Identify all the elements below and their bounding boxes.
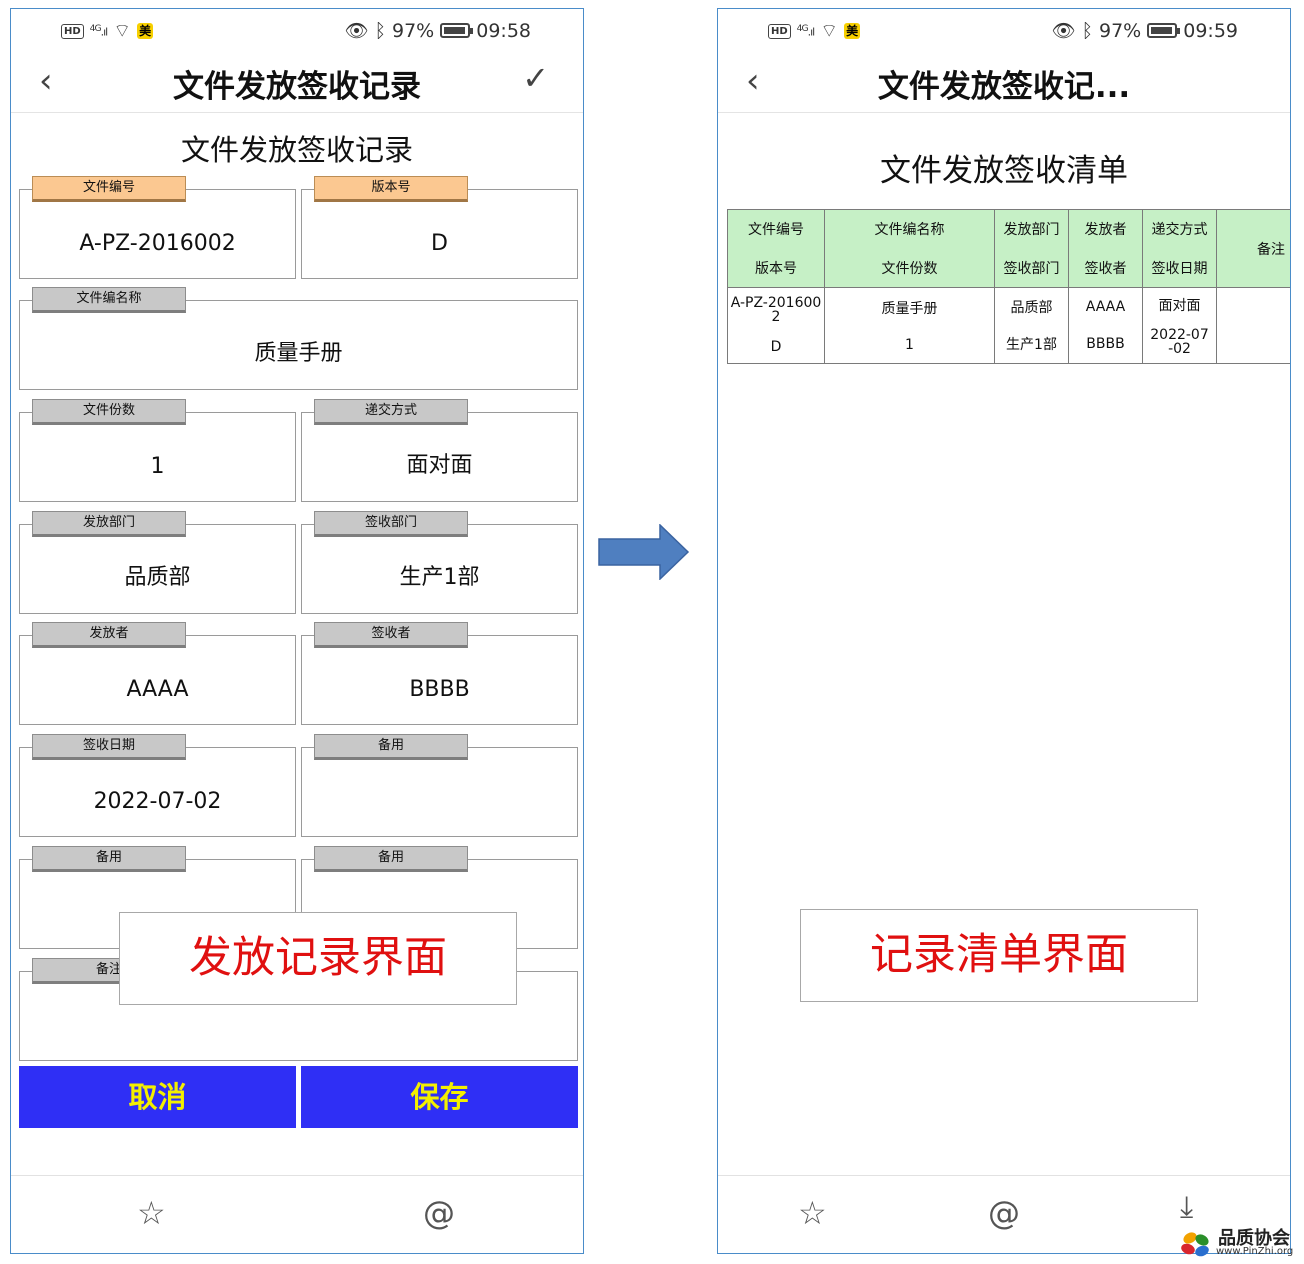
- hd-icon: HD: [61, 23, 84, 39]
- copies-label: 文件份数: [32, 399, 186, 425]
- list-screen-caption: 记录清单界面: [800, 909, 1198, 1002]
- doc-name-label: 文件编名称: [32, 287, 186, 313]
- receiver-value: BBBB: [409, 677, 470, 702]
- spare3-label: 备用: [314, 846, 468, 872]
- title-bar: ‹ 文件发放签收记录 ✓: [11, 51, 583, 113]
- doc-no-value: A-PZ-2016002: [79, 231, 236, 256]
- recv-date-value: 2022-07-02: [93, 789, 222, 814]
- cell-person: AAAA BBBB: [1068, 287, 1143, 364]
- delivery-label: 递交方式: [314, 399, 468, 425]
- eye-icon: 👁: [344, 20, 369, 42]
- battery-icon: [440, 23, 474, 38]
- record-list-screen: HD 4G.ıl ⌔ 美 👁 ᛒ 97% 09:59 ‹ 文件发放签收记... …: [717, 8, 1291, 1254]
- bluetooth-icon: ᛒ: [1081, 19, 1093, 42]
- check-icon[interactable]: ✓: [522, 59, 549, 97]
- receiver-field[interactable]: 签收者 BBBB: [301, 622, 578, 725]
- version-field[interactable]: 版本号 D: [301, 176, 578, 279]
- version-label: 版本号: [314, 176, 468, 202]
- receiver-label: 签收者: [314, 622, 468, 648]
- spare1-label: 备用: [314, 734, 468, 760]
- page-title: 文件发放签收记录: [173, 69, 421, 105]
- doc-name-value: 质量手册: [254, 341, 343, 366]
- cell-doc-name: 质量手册 1: [824, 287, 995, 364]
- app-badge-icon: 美: [844, 23, 861, 39]
- save-button[interactable]: 保存: [301, 1066, 578, 1128]
- battery-percent: 97%: [1099, 19, 1142, 42]
- record-form-screen: HD 4G.ıl ⌔ 美 👁 ᛒ 97% 09:58 ‹ 文件发放签收记录 ✓ …: [10, 8, 584, 1254]
- status-bar: HD 4G.ıl ⌔ 美 👁 ᛒ 97% 09:58: [11, 9, 583, 51]
- doc-no-label: 文件编号: [32, 176, 186, 202]
- right-arrow-icon: [598, 524, 690, 580]
- copies-value: 1: [150, 454, 165, 479]
- wifi-icon: ⌔: [820, 20, 839, 42]
- cell-doc-no: A-PZ-2016002 D: [727, 287, 825, 364]
- issue-dept-field[interactable]: 发放部门 品质部: [19, 511, 296, 614]
- signal-icon: 4G.ıl: [89, 23, 109, 39]
- hd-icon: HD: [768, 23, 791, 39]
- bottom-toolbar: ☆ @: [11, 1175, 583, 1253]
- doc-no-field[interactable]: 文件编号 A-PZ-2016002: [19, 176, 296, 279]
- battery-percent: 97%: [392, 19, 435, 42]
- watermark-url: www.PinZhi.org: [1216, 1246, 1294, 1257]
- issue-dept-value: 品质部: [124, 565, 191, 590]
- form-title: 文件发放签收记录: [180, 133, 413, 167]
- header-delivery-date: 递交方式 签收日期: [1142, 209, 1217, 288]
- cancel-button[interactable]: 取消: [19, 1066, 296, 1128]
- eye-icon: 👁: [1051, 20, 1076, 42]
- signal-icon: 4G.ıl: [796, 23, 816, 39]
- header-dept: 发放部门 签收部门: [994, 209, 1069, 288]
- watermark: 品质协会 www.PinZhi.org: [1178, 1224, 1302, 1260]
- clock: 09:58: [476, 19, 531, 42]
- issue-dept-label: 发放部门: [32, 511, 186, 537]
- list-title: 文件发放签收清单: [880, 153, 1128, 189]
- record-table: 文件编号 版本号 文件编名称 文件份数 发放部门 签收部门 发放者 签收者 递交方式 签收…: [727, 209, 1290, 364]
- version-value: D: [431, 231, 448, 256]
- page-title: 文件发放签收记...: [877, 69, 1131, 105]
- issuer-value: AAAA: [126, 677, 189, 702]
- delivery-value: 面对面: [406, 453, 473, 478]
- wifi-icon: ⌔: [113, 20, 132, 42]
- header-doc-name: 文件编名称 文件份数: [824, 209, 995, 288]
- form-screen-caption: 发放记录界面: [119, 912, 517, 1005]
- star-icon[interactable]: ☆: [137, 1194, 166, 1232]
- spare2-label: 备用: [32, 846, 186, 872]
- cell-remark: [1216, 287, 1290, 364]
- star-icon[interactable]: ☆: [798, 1194, 827, 1232]
- status-bar: HD 4G.ıl ⌔ 美 👁 ᛒ 97% 09:59: [718, 9, 1290, 51]
- at-icon[interactable]: @: [988, 1194, 1020, 1232]
- doc-name-field[interactable]: 文件编名称 质量手册: [19, 287, 578, 390]
- cell-delivery-date: 面对面 2022-07-02: [1142, 287, 1217, 364]
- pinzhi-logo-icon: [1181, 1232, 1209, 1257]
- header-remark: 备注: [1216, 209, 1290, 288]
- title-bar: ‹ 文件发放签收记...: [718, 51, 1290, 113]
- delivery-field[interactable]: 递交方式 面对面: [301, 399, 578, 502]
- battery-icon: [1147, 23, 1181, 38]
- copies-field[interactable]: 文件份数 1: [19, 399, 296, 502]
- cell-dept: 品质部 生产1部: [994, 287, 1069, 364]
- issuer-label: 发放者: [32, 622, 186, 648]
- recv-dept-value: 生产1部: [399, 565, 480, 590]
- issuer-field[interactable]: 发放者 AAAA: [19, 622, 296, 725]
- clock: 09:59: [1183, 19, 1238, 42]
- app-badge-icon: 美: [137, 23, 154, 39]
- recv-dept-field[interactable]: 签收部门 生产1部: [301, 511, 578, 614]
- header-doc-no: 文件编号 版本号: [727, 209, 825, 288]
- recv-dept-label: 签收部门: [314, 511, 468, 537]
- header-person: 发放者 签收者: [1068, 209, 1143, 288]
- table-row[interactable]: A-PZ-2016002 D 质量手册 1 品质部 生产1部 AAAA BBBB 面对面…: [727, 287, 1290, 364]
- bluetooth-icon: ᛒ: [374, 19, 386, 42]
- at-icon[interactable]: @: [423, 1194, 455, 1232]
- table-header-row: 文件编号 版本号 文件编名称 文件份数 发放部门 签收部门 发放者 签收者 递交方式 签收…: [727, 209, 1290, 288]
- recv-date-label: 签收日期: [32, 734, 186, 760]
- recv-date-field[interactable]: 签收日期 2022-07-02: [19, 734, 296, 837]
- spare1-field[interactable]: 备用: [301, 734, 578, 837]
- download-icon[interactable]: ⤓: [1180, 1190, 1193, 1225]
